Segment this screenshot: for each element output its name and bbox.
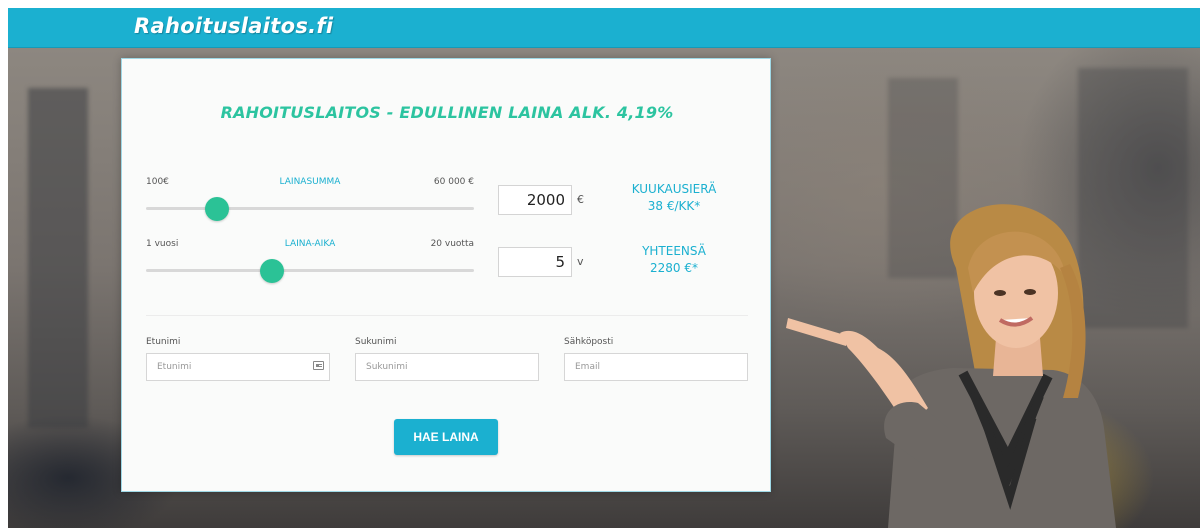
first-name-field[interactable]: Etunimi — [146, 353, 330, 381]
total-amount-label: YHTEENSÄ — [642, 244, 706, 258]
last-name-field[interactable]: Sukunimi — [355, 353, 539, 381]
total-amount: YHTEENSÄ 2280 €* — [614, 243, 734, 277]
email-field[interactable]: Email — [564, 353, 748, 381]
apply-loan-button[interactable]: HAE LAINA — [394, 419, 498, 455]
eye-right — [1024, 289, 1036, 295]
pointing-finger — [786, 318, 848, 346]
total-amount-value: 2280 €* — [650, 261, 698, 275]
eye-left — [994, 290, 1006, 296]
email-label: Sähköposti — [564, 337, 614, 347]
amount-max-label: 60 000 € — [433, 177, 474, 187]
first-name-label: Etunimi — [146, 337, 181, 347]
form-title: RAHOITUSLAITOS - EDULLINEN LAINA ALK. 4,… — [220, 103, 674, 122]
monthly-payment-label: KUUKAUSIERÄ — [631, 182, 717, 196]
term-max-label: 20 vuotta — [430, 239, 474, 249]
amount-input[interactable]: 2000 — [498, 185, 572, 215]
monthly-payment: KUUKAUSIERÄ 38 €/KK* — [614, 181, 734, 215]
site-logo[interactable]: Rahoituslaitos.fi — [134, 14, 333, 38]
term-slider-thumb[interactable] — [259, 259, 284, 283]
amount-slider[interactable]: 100€ LAINASUMMA 60 000 € — [146, 177, 474, 221]
amount-unit: € — [577, 193, 584, 206]
term-slider-track[interactable] — [146, 269, 474, 272]
woman-pointing-image — [786, 204, 1116, 528]
amount-slider-label: LAINASUMMA — [279, 177, 341, 187]
header-bar: Rahoituslaitos.fi — [8, 8, 1200, 48]
background-building — [28, 88, 88, 428]
last-name-label: Sukunimi — [355, 337, 397, 347]
term-slider-label: LAINA-AIKA — [284, 239, 336, 249]
form-divider — [146, 315, 748, 316]
amount-slider-thumb[interactable] — [205, 197, 230, 221]
amount-slider-track[interactable] — [146, 207, 474, 210]
monthly-payment-value: 38 €/KK* — [647, 199, 701, 213]
page-frame: Rahoituslaitos.fi RAHOITUSLAITOS - EDULL… — [8, 8, 1200, 528]
term-slider[interactable]: 1 vuosi LAINA-AIKA 20 vuotta — [146, 239, 474, 283]
term-unit: v — [577, 255, 584, 268]
loan-form-card: RAHOITUSLAITOS - EDULLINEN LAINA ALK. 4,… — [121, 58, 771, 492]
term-input[interactable]: 5 — [498, 247, 572, 277]
